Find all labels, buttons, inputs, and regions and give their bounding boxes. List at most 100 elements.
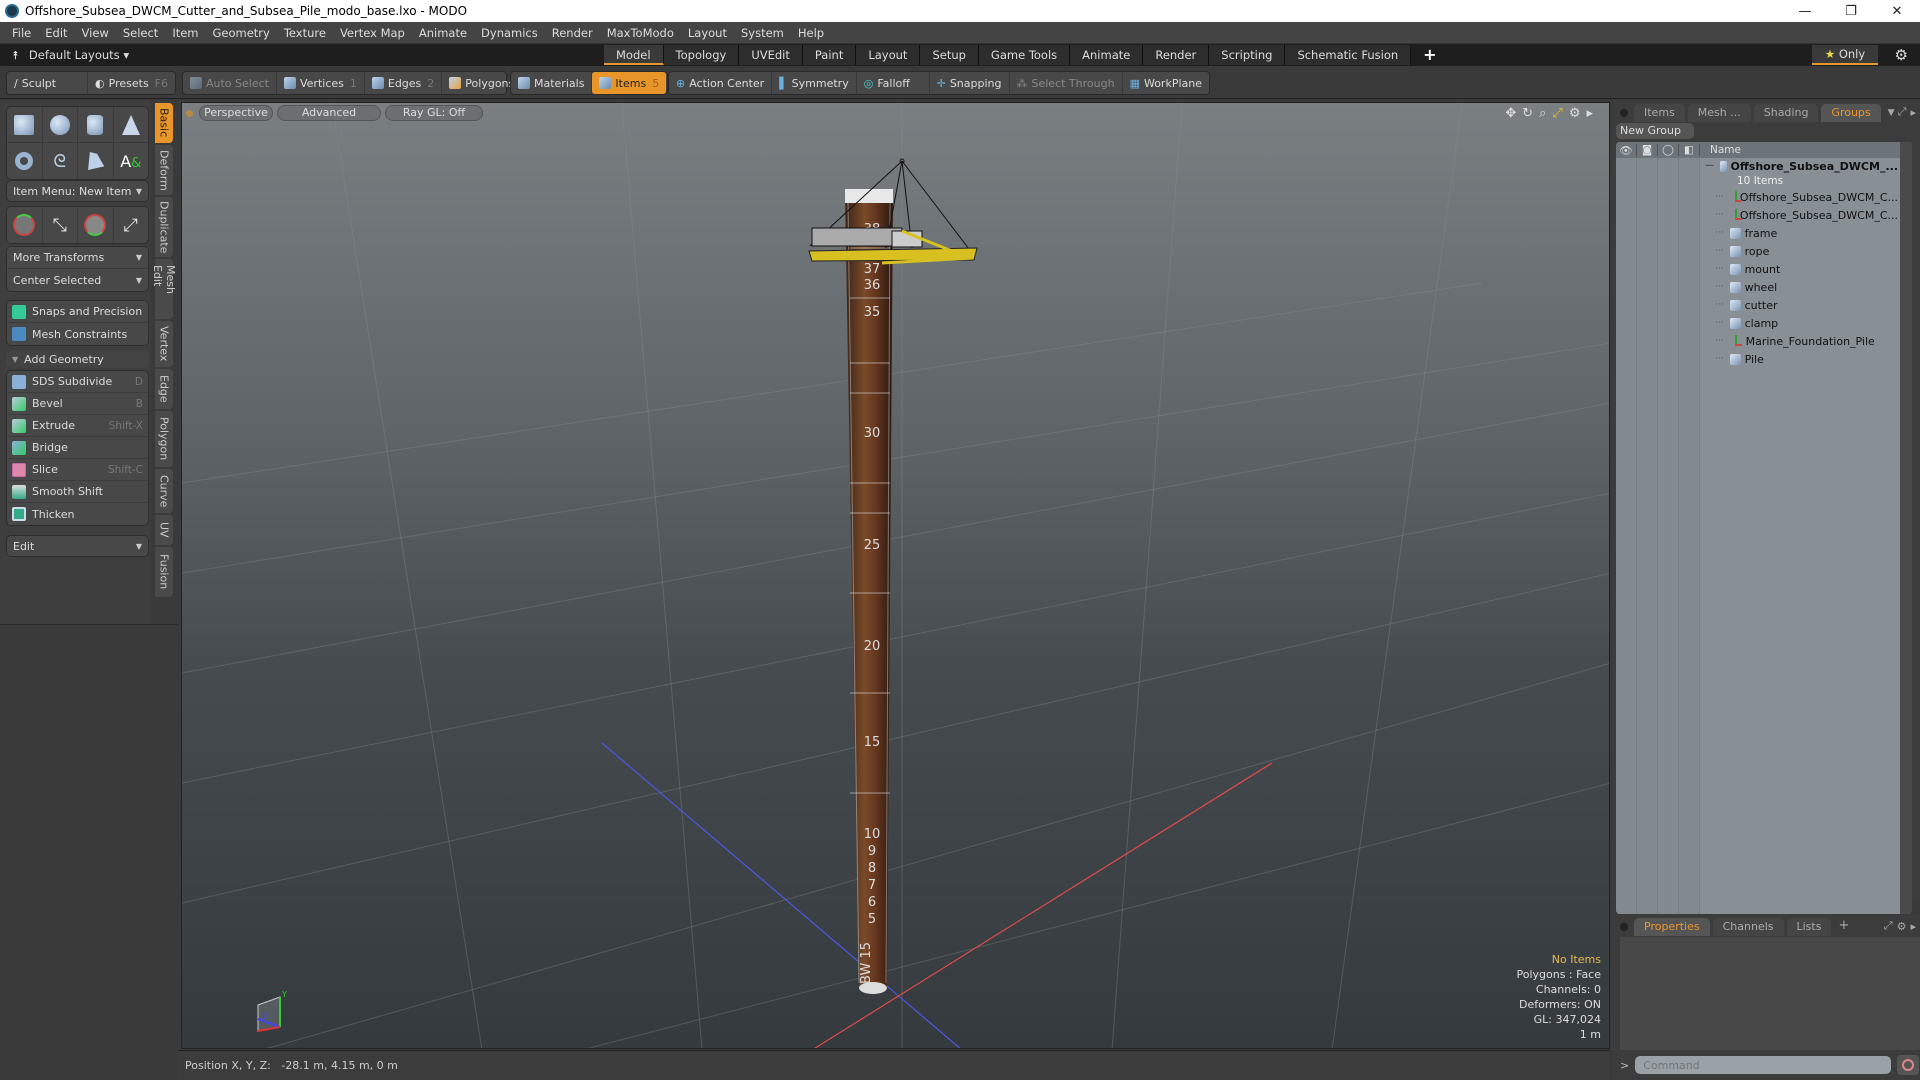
only-toggle[interactable]: ★ Only xyxy=(1812,45,1878,65)
menu-texture[interactable]: Texture xyxy=(284,26,326,40)
tab-items[interactable]: Items xyxy=(1634,104,1685,122)
default-layouts-dropdown[interactable]: Default Layouts ▾ xyxy=(29,48,129,62)
tree-item[interactable]: ··· frame xyxy=(1701,224,1898,242)
vtab-mesh-edit[interactable]: Mesh Edit xyxy=(151,259,177,319)
mesh-constraints-button[interactable]: Mesh Constraints xyxy=(7,323,148,345)
tab-game-tools[interactable]: Game Tools xyxy=(978,45,1071,65)
menu-geometry[interactable]: Geometry xyxy=(213,26,270,40)
pen-tool[interactable] xyxy=(78,143,114,179)
vtab-deform[interactable]: Deform xyxy=(155,145,173,195)
more-transforms-dropdown[interactable]: More Transforms ▼ xyxy=(7,247,148,269)
tab-topology[interactable]: Topology xyxy=(663,45,740,65)
spiral-tool[interactable]: ᘓ xyxy=(43,143,78,179)
3d-viewport[interactable]: 38 37 36 35 30 25 20 15 10 9 8 7 6 5 BW … xyxy=(181,102,1610,1049)
slice-button[interactable]: Slice Shift-C xyxy=(7,459,148,481)
tab-scripting[interactable]: Scripting xyxy=(1209,45,1286,65)
scale-tool[interactable]: ⤢ xyxy=(114,207,149,243)
action-center-button[interactable]: ⊕ Action Center xyxy=(669,72,773,94)
tree-item[interactable]: ··· cutter xyxy=(1701,296,1898,314)
tree-item[interactable]: ··· Pile xyxy=(1701,350,1898,368)
workplane-button[interactable]: ▦ WorkPlane xyxy=(1123,72,1209,94)
vtab-edge[interactable]: Edge xyxy=(155,369,173,409)
extrude-button[interactable]: Extrude Shift-X xyxy=(7,415,148,437)
menu-system[interactable]: System xyxy=(741,26,784,40)
center-selected-dropdown[interactable]: Center Selected ▼ xyxy=(7,269,148,291)
symmetry-button[interactable]: ▌ Symmetry xyxy=(772,72,857,94)
items-button[interactable]: Items 5 xyxy=(592,72,667,94)
materials-button[interactable]: Materials xyxy=(511,72,593,94)
tab-paint[interactable]: Paint xyxy=(802,45,857,65)
menu-edit[interactable]: Edit xyxy=(45,26,67,40)
tab-uvedit[interactable]: UVEdit xyxy=(739,45,803,65)
tree-scrollbar[interactable] xyxy=(1900,142,1912,914)
orbit-icon[interactable]: ↻ xyxy=(1522,106,1533,121)
raygl-dropdown[interactable]: Ray GL: Off xyxy=(385,105,483,121)
smooth-shift-button[interactable]: Smooth Shift xyxy=(7,481,148,503)
menu-render[interactable]: Render xyxy=(552,26,593,40)
menu-select[interactable]: Select xyxy=(123,26,158,40)
cone-tool[interactable] xyxy=(114,107,149,142)
thicken-button[interactable]: Thicken xyxy=(7,503,148,525)
tree-item[interactable]: ··· mount xyxy=(1701,260,1898,278)
falloff-button[interactable]: ◎ Falloff xyxy=(857,72,930,94)
tree-item[interactable]: ··· wheel xyxy=(1701,278,1898,296)
edit-dropdown[interactable]: Edit ▼ xyxy=(6,535,149,557)
cutter-model[interactable] xyxy=(808,158,978,265)
tree-item[interactable]: ··· clamp xyxy=(1701,314,1898,332)
panel-arrow-icon[interactable]: ▸ xyxy=(1910,920,1916,933)
menu-help[interactable]: Help xyxy=(798,26,824,40)
tab-schematic-fusion[interactable]: Schematic Fusion xyxy=(1285,45,1412,65)
add-tab-button[interactable]: + xyxy=(1411,45,1448,65)
render-col-camera-icon[interactable]: ◙ xyxy=(1637,144,1658,156)
tree-item[interactable]: ··· Offshore_Subsea_DWCM_C... xyxy=(1701,206,1898,224)
menu-item[interactable]: Item xyxy=(172,26,198,40)
panel-options-dot[interactable] xyxy=(1620,923,1628,931)
select-col-icon[interactable]: ◧ xyxy=(1679,144,1700,156)
panel-options-dot[interactable] xyxy=(1620,109,1628,117)
vtab-polygon[interactable]: Polygon xyxy=(155,411,173,467)
tabs-dropdown-icon[interactable]: ▼ xyxy=(1888,108,1895,118)
expand-panel-icon[interactable]: ⤢ xyxy=(1898,105,1907,119)
lock-col-icon[interactable]: ◯ xyxy=(1658,144,1679,156)
torus-tool[interactable] xyxy=(7,143,43,179)
cylinder-tool[interactable] xyxy=(78,107,114,142)
tab-groups[interactable]: Groups xyxy=(1821,104,1881,122)
tab-mesh[interactable]: Mesh ... xyxy=(1687,104,1751,122)
sphere-tool[interactable] xyxy=(43,107,78,142)
menu-layout[interactable]: Layout xyxy=(688,26,727,40)
menu-view[interactable]: View xyxy=(82,26,109,40)
visibility-col-eye-icon[interactable]: 👁 xyxy=(1616,143,1637,157)
shading-dropdown[interactable]: Advanced xyxy=(277,105,381,121)
snaps-precision-button[interactable]: Snaps and Precision xyxy=(7,301,148,323)
item-menu-dropdown[interactable]: Item Menu: New Item ▼ xyxy=(6,180,149,202)
tree-item-root-group[interactable]: — Offshore_Subsea_DWCM_... xyxy=(1701,158,1898,174)
bevel-button[interactable]: Bevel B xyxy=(7,393,148,415)
record-macro-button[interactable] xyxy=(1897,1055,1920,1075)
menu-dynamics[interactable]: Dynamics xyxy=(481,26,538,40)
tab-model[interactable]: Model xyxy=(604,45,664,65)
collapse-arrow-icon[interactable]: ⯭ xyxy=(12,48,19,63)
maximize-viewport-icon[interactable]: ⤢ xyxy=(1552,106,1562,121)
tab-lists[interactable]: Lists xyxy=(1786,918,1832,936)
tab-properties[interactable]: Properties xyxy=(1634,918,1710,936)
transform-tool[interactable] xyxy=(7,207,43,243)
zoom-icon[interactable]: ⌕ xyxy=(1539,106,1546,121)
maximize-button[interactable]: ❐ xyxy=(1828,4,1874,19)
tab-channels[interactable]: Channels xyxy=(1712,918,1784,936)
snapping-button[interactable]: ✛ Snapping xyxy=(930,72,1010,94)
add-geometry-header[interactable]: ▼ Add Geometry xyxy=(6,350,149,368)
bridge-button[interactable]: Bridge xyxy=(7,437,148,459)
vtab-fusion[interactable]: Fusion xyxy=(155,547,173,597)
menu-animate[interactable]: Animate xyxy=(419,26,467,40)
panel-gear-icon[interactable]: ⚙ xyxy=(1897,920,1907,933)
rotate-tool[interactable] xyxy=(78,207,114,243)
name-column-header[interactable]: Name xyxy=(1710,144,1741,156)
expand-arrow-icon[interactable]: ▸ xyxy=(1586,106,1593,121)
auto-select-button[interactable]: Auto Select xyxy=(183,72,277,94)
select-through-button[interactable]: ⁂ Select Through xyxy=(1010,72,1123,94)
tree-item[interactable]: ··· rope xyxy=(1701,242,1898,260)
menu-file[interactable]: File xyxy=(12,26,31,40)
vtab-duplicate[interactable]: Duplicate xyxy=(155,197,173,257)
panel-arrow-icon[interactable]: ▸ xyxy=(1910,106,1916,119)
vertices-button[interactable]: Vertices 1 xyxy=(277,72,365,94)
